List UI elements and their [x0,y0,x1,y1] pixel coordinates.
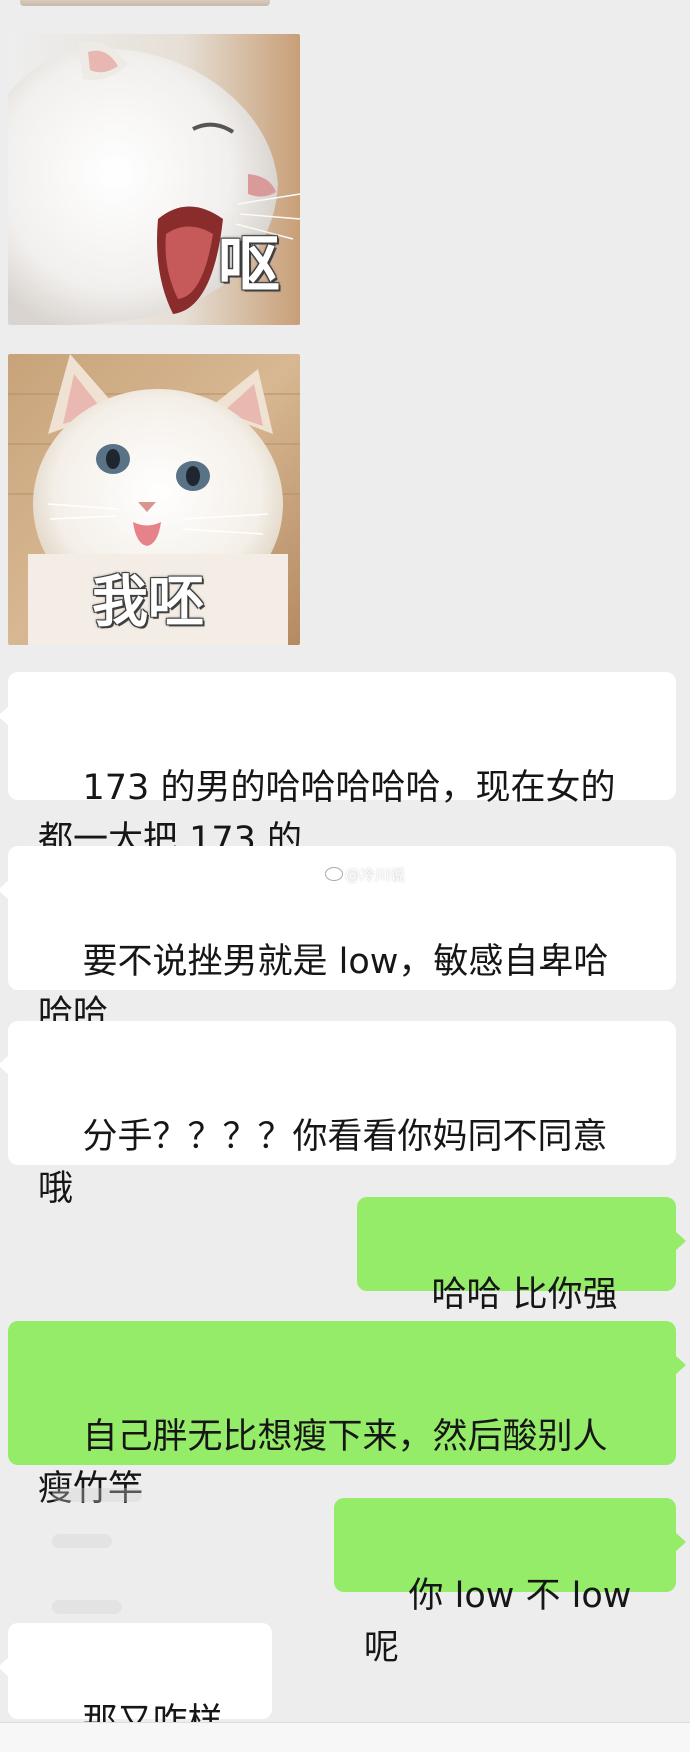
weibo-icon [325,867,343,881]
cat-vomit-sticker[interactable]: 呕 [8,34,300,325]
faint-background-text [52,1534,112,1548]
watermark-text: @冷川说 [345,866,406,884]
bottom-edge [0,1722,690,1752]
sticker-caption-spit: 我呸 [92,570,204,635]
outgoing-message-bubble[interactable]: 自己胖无比想瘦下来，然后酸别人 瘦竹竿 [8,1321,686,1509]
previous-sticker-edge [20,0,270,6]
faint-background-text [52,1600,122,1614]
cat-spit-sticker[interactable]: 我呸 [8,354,300,645]
chat-screen: 呕 我呸 173 的男的哈哈哈哈哈，现在女的 都一大把 173 的 要不说挫男就… [0,0,690,1752]
faint-background-text [52,1488,142,1502]
message-text: 你 low 不 low 呢 [364,1576,643,1668]
incoming-message-bubble[interactable]: 那又咋样呢 [0,1623,272,1742]
incoming-message-bubble[interactable]: 173 的男的哈哈哈哈哈，现在女的 都一大把 173 的 [0,672,676,860]
incoming-message-bubble[interactable]: 分手？？？？你看看你妈同不同意 哦 [0,1021,676,1209]
message-text: 分手？？？？你看看你妈同不同意 哦 [38,1117,608,1209]
weibo-watermark: @冷川说 [325,864,405,885]
outgoing-message-bubble[interactable]: 哈哈 比你强些 [357,1197,686,1367]
sticker-caption-vomit: 呕 [218,228,281,301]
outgoing-message-bubble[interactable]: 你 low 不 low 呢 [334,1498,686,1668]
